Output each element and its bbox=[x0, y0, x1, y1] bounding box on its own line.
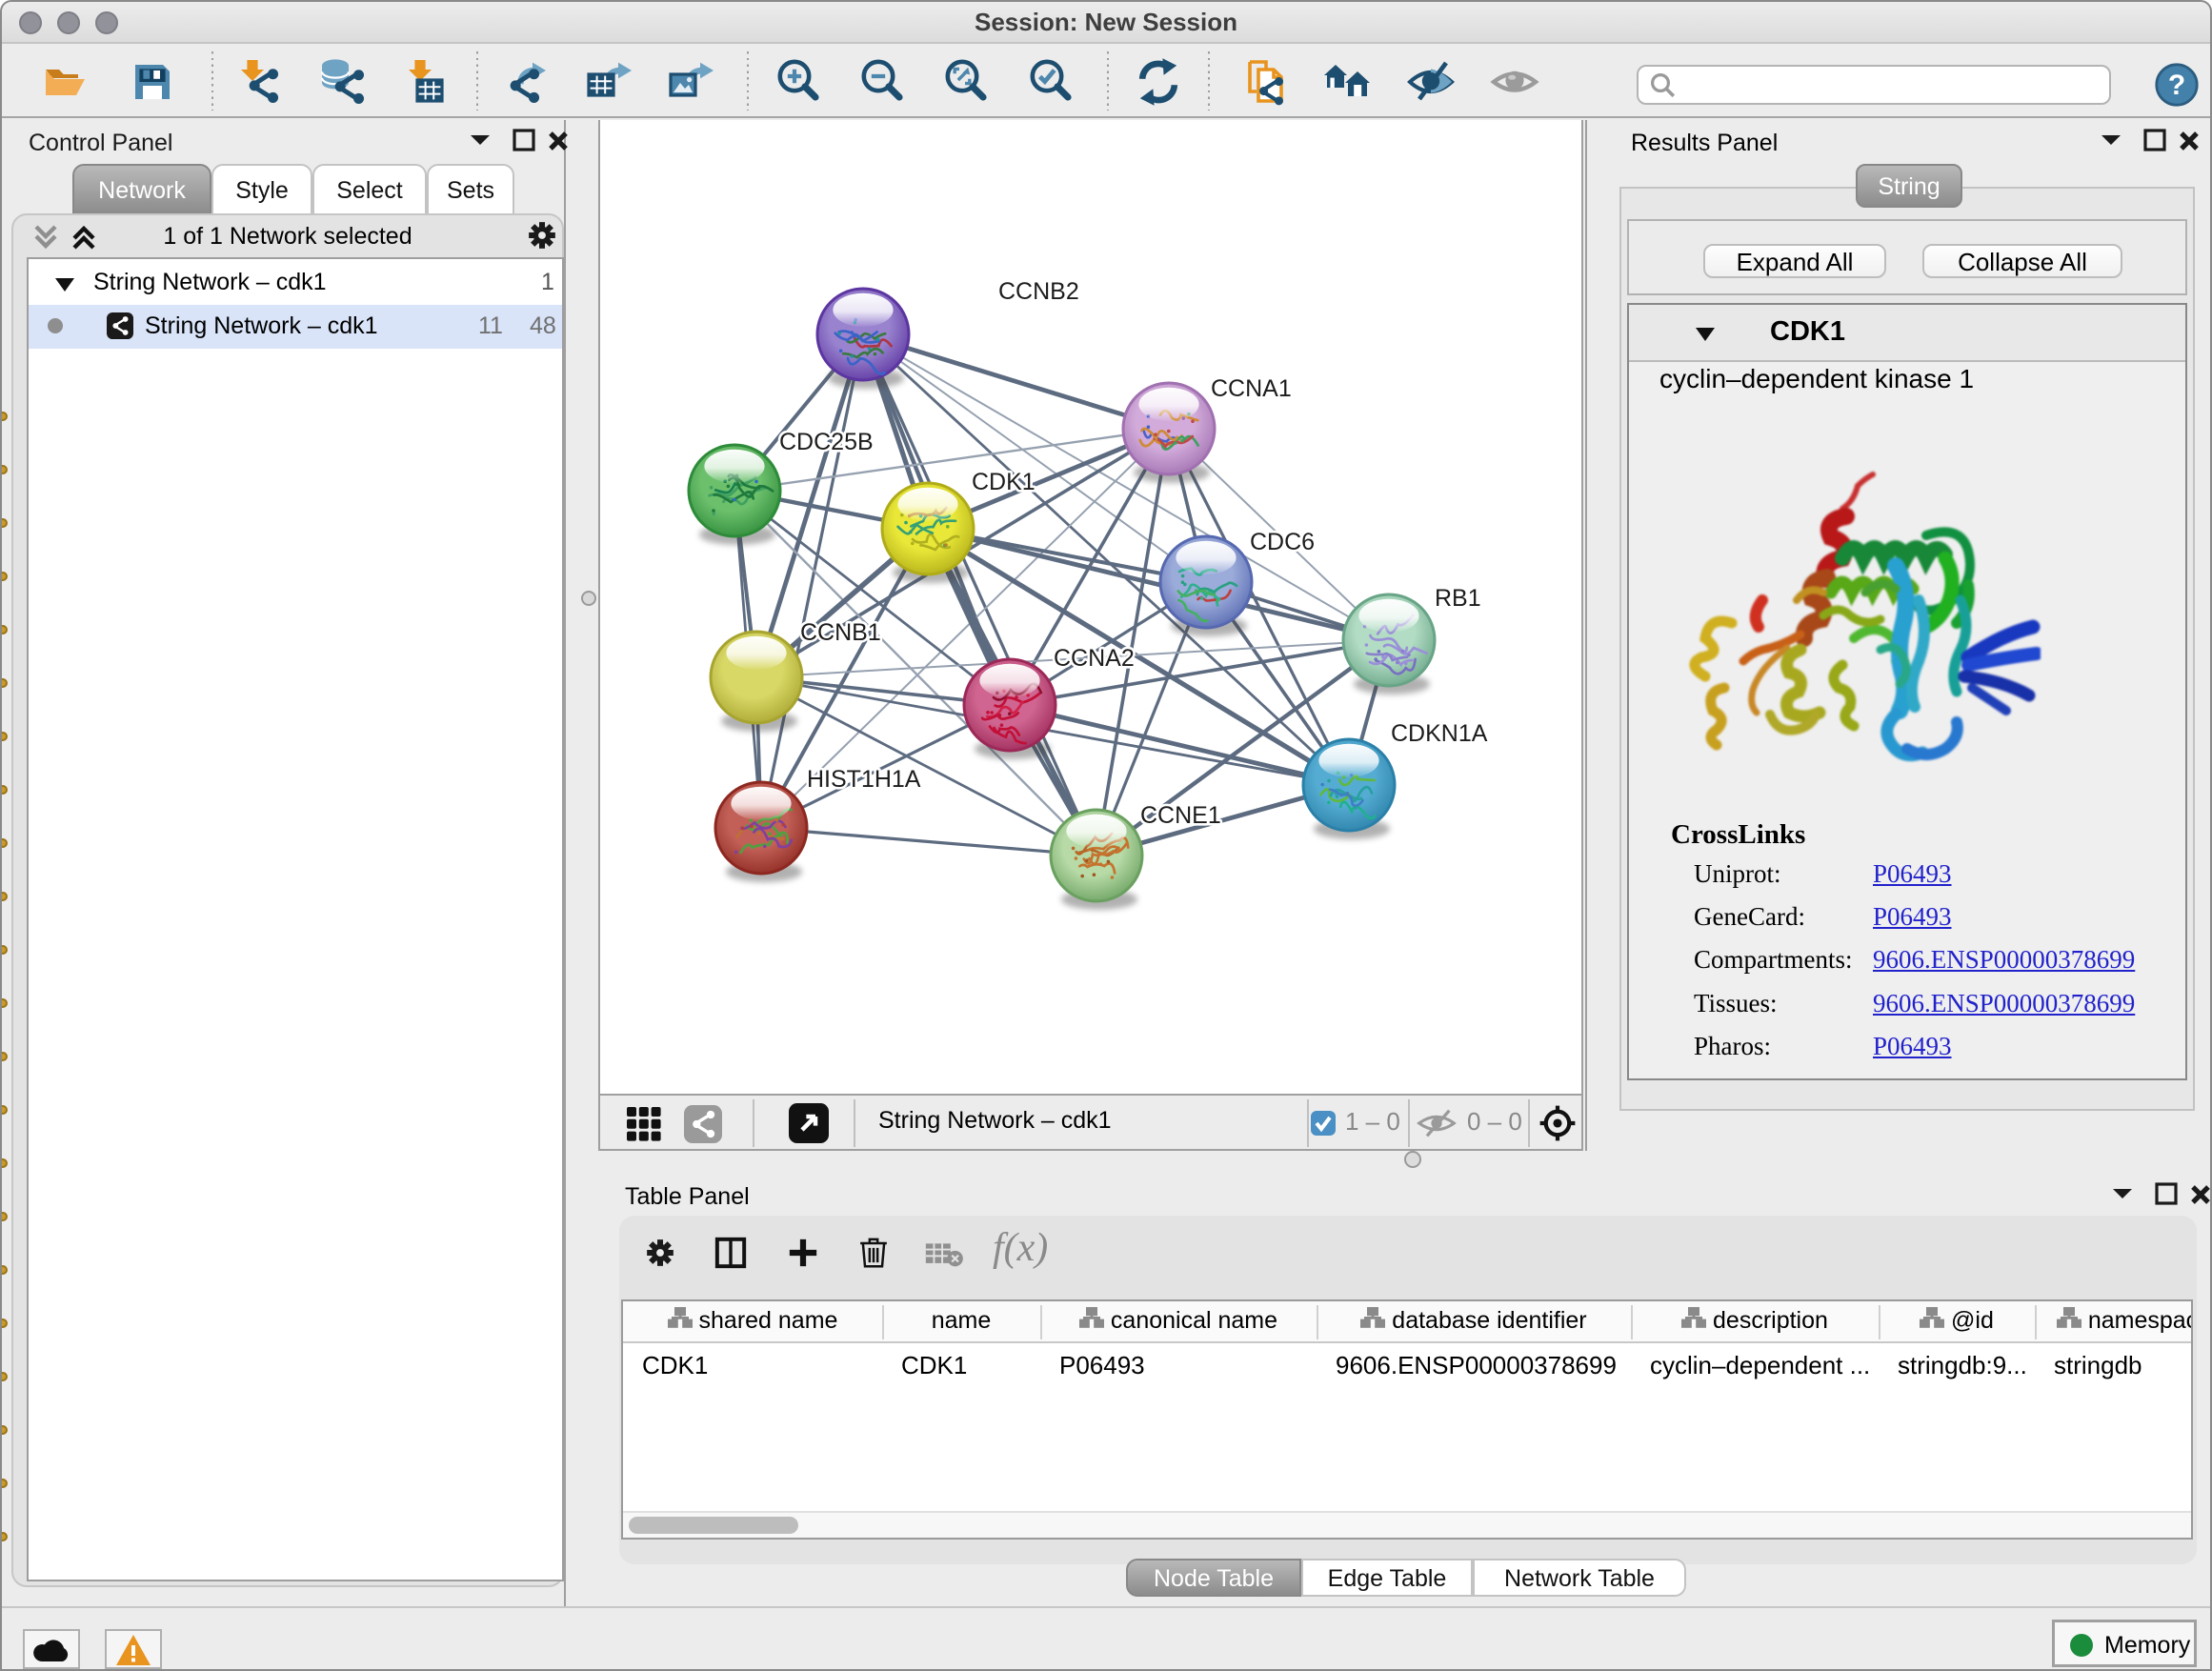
svg-text:CDC25B: CDC25B bbox=[779, 429, 874, 455]
svg-text:CCNB2: CCNB2 bbox=[998, 278, 1079, 305]
svg-text:CDKN1A: CDKN1A bbox=[1391, 720, 1488, 747]
svg-text:CDK1: CDK1 bbox=[972, 469, 1036, 495]
svg-text:CCNA2: CCNA2 bbox=[1054, 645, 1135, 672]
svg-text:CCNB1: CCNB1 bbox=[800, 619, 881, 646]
svg-text:CDC6: CDC6 bbox=[1250, 529, 1315, 555]
svg-text:CCNE1: CCNE1 bbox=[1140, 802, 1221, 829]
svg-text:RB1: RB1 bbox=[1435, 585, 1481, 612]
svg-text:?: ? bbox=[2168, 70, 2185, 101]
svg-text:HIST1H1A: HIST1H1A bbox=[807, 766, 921, 793]
svg-text:CCNA1: CCNA1 bbox=[1211, 375, 1292, 402]
